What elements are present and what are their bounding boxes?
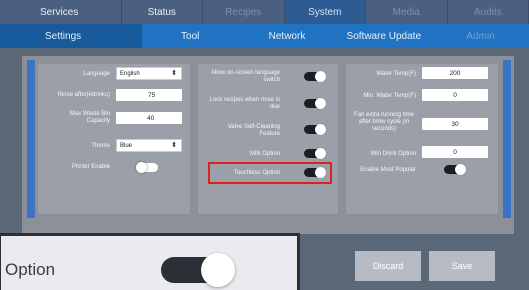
temperature-panel — [346, 64, 498, 214]
zoom-inset: Option — [0, 233, 300, 290]
tab-system[interactable]: System — [284, 0, 366, 24]
waste-label-line2: Capacity — [86, 118, 110, 124]
lang-switch-label-line2: switch — [263, 77, 280, 83]
lang-switch-label-line1: Allow on-screen language — [210, 70, 280, 76]
valve-label-line1: Valve Self-Cleaning — [227, 124, 280, 130]
lock-label-line1: Lock recipes when rinse is — [209, 97, 280, 103]
language-value: English — [120, 70, 140, 77]
zoom-toggle — [161, 253, 235, 287]
printer-label: Printer Enable — [71, 164, 110, 170]
valve-cleaning-label: Valve Self-Cleaning Feature — [200, 124, 280, 138]
discard-button[interactable]: Discard — [355, 251, 421, 281]
water-temp-input[interactable]: 200 — [422, 67, 488, 79]
chevron-updown-icon: ⬍ — [171, 142, 177, 149]
lang-switch-toggle[interactable] — [304, 71, 326, 82]
valve-label-line2: Feature — [259, 131, 280, 137]
rinse-input[interactable]: 75 — [116, 89, 182, 101]
tab-media[interactable]: Media — [366, 0, 448, 24]
win-drink-label: Win Drink Option — [370, 151, 416, 157]
printer-toggle[interactable] — [136, 162, 158, 173]
tab-status[interactable]: Status — [122, 0, 203, 24]
tab-audits[interactable]: Audits — [448, 0, 529, 24]
chevron-updown-icon: ⬍ — [171, 70, 177, 77]
theme-value: Blue — [120, 142, 133, 149]
fan-label-line3: seconds) — [371, 126, 397, 132]
fan-time-label: Fan extra running time after brew cycle … — [350, 112, 418, 133]
milk-option-toggle[interactable] — [304, 148, 326, 159]
most-popular-toggle[interactable] — [444, 164, 466, 175]
primary-nav: Services Status Recipes System Media Aud… — [0, 0, 529, 24]
lock-recipes-label: Lock recipes when rinse is due — [200, 97, 280, 111]
language-select[interactable]: English ⬍ — [116, 67, 182, 80]
waste-label: Max Waste Bin Capacity — [40, 111, 110, 125]
subtab-tool[interactable]: Tool — [142, 24, 239, 48]
feature-toggles-panel — [198, 64, 338, 214]
subtab-network[interactable]: Network — [239, 24, 336, 48]
lock-label-line2: due — [269, 104, 280, 110]
min-water-temp-input[interactable]: 0 — [422, 89, 488, 101]
fan-label-line2: after brew cycle (in — [358, 119, 410, 125]
secondary-nav: Settings Tool Network Software Update Ad… — [0, 24, 529, 48]
subtab-software-update[interactable]: Software Update — [335, 24, 432, 48]
subtab-admin[interactable]: Admin — [432, 24, 529, 48]
theme-label: Theme — [91, 143, 110, 149]
tab-recipes[interactable]: Recipes — [203, 0, 285, 24]
water-temp-label: Water Temp(F) — [376, 71, 416, 77]
right-accent-bar — [503, 60, 511, 218]
fan-label-line1: Fan extra running time — [353, 112, 415, 118]
fan-time-input[interactable]: 30 — [422, 118, 488, 130]
lang-switch-label: Allow on-screen language switch — [200, 70, 280, 84]
min-water-temp-label: Min. Water Temp(F) — [363, 93, 416, 99]
waste-input[interactable]: 40 — [116, 112, 182, 124]
tab-services[interactable]: Services — [0, 0, 122, 24]
zoom-option-label: Option — [5, 260, 56, 279]
left-accent-bar — [27, 60, 35, 218]
win-drink-input[interactable]: 0 — [422, 146, 488, 158]
subtab-settings[interactable]: Settings — [0, 24, 142, 48]
touchless-option-toggle[interactable] — [304, 167, 326, 178]
theme-select[interactable]: Blue ⬍ — [116, 139, 182, 152]
valve-cleaning-toggle[interactable] — [304, 124, 326, 135]
waste-label-line1: Max Waste Bin — [69, 111, 110, 117]
rinse-label: Rinse after(#drinks) — [57, 92, 110, 98]
language-label: Language — [83, 71, 110, 77]
save-button[interactable]: Save — [429, 251, 495, 281]
most-popular-label: Enable Most Popular — [360, 167, 416, 173]
lock-recipes-toggle[interactable] — [304, 98, 326, 109]
touchless-option-label: Touchless Option — [233, 170, 280, 176]
milk-option-label: Milk Option — [249, 151, 280, 157]
zoom-toggle-knob — [201, 253, 235, 287]
